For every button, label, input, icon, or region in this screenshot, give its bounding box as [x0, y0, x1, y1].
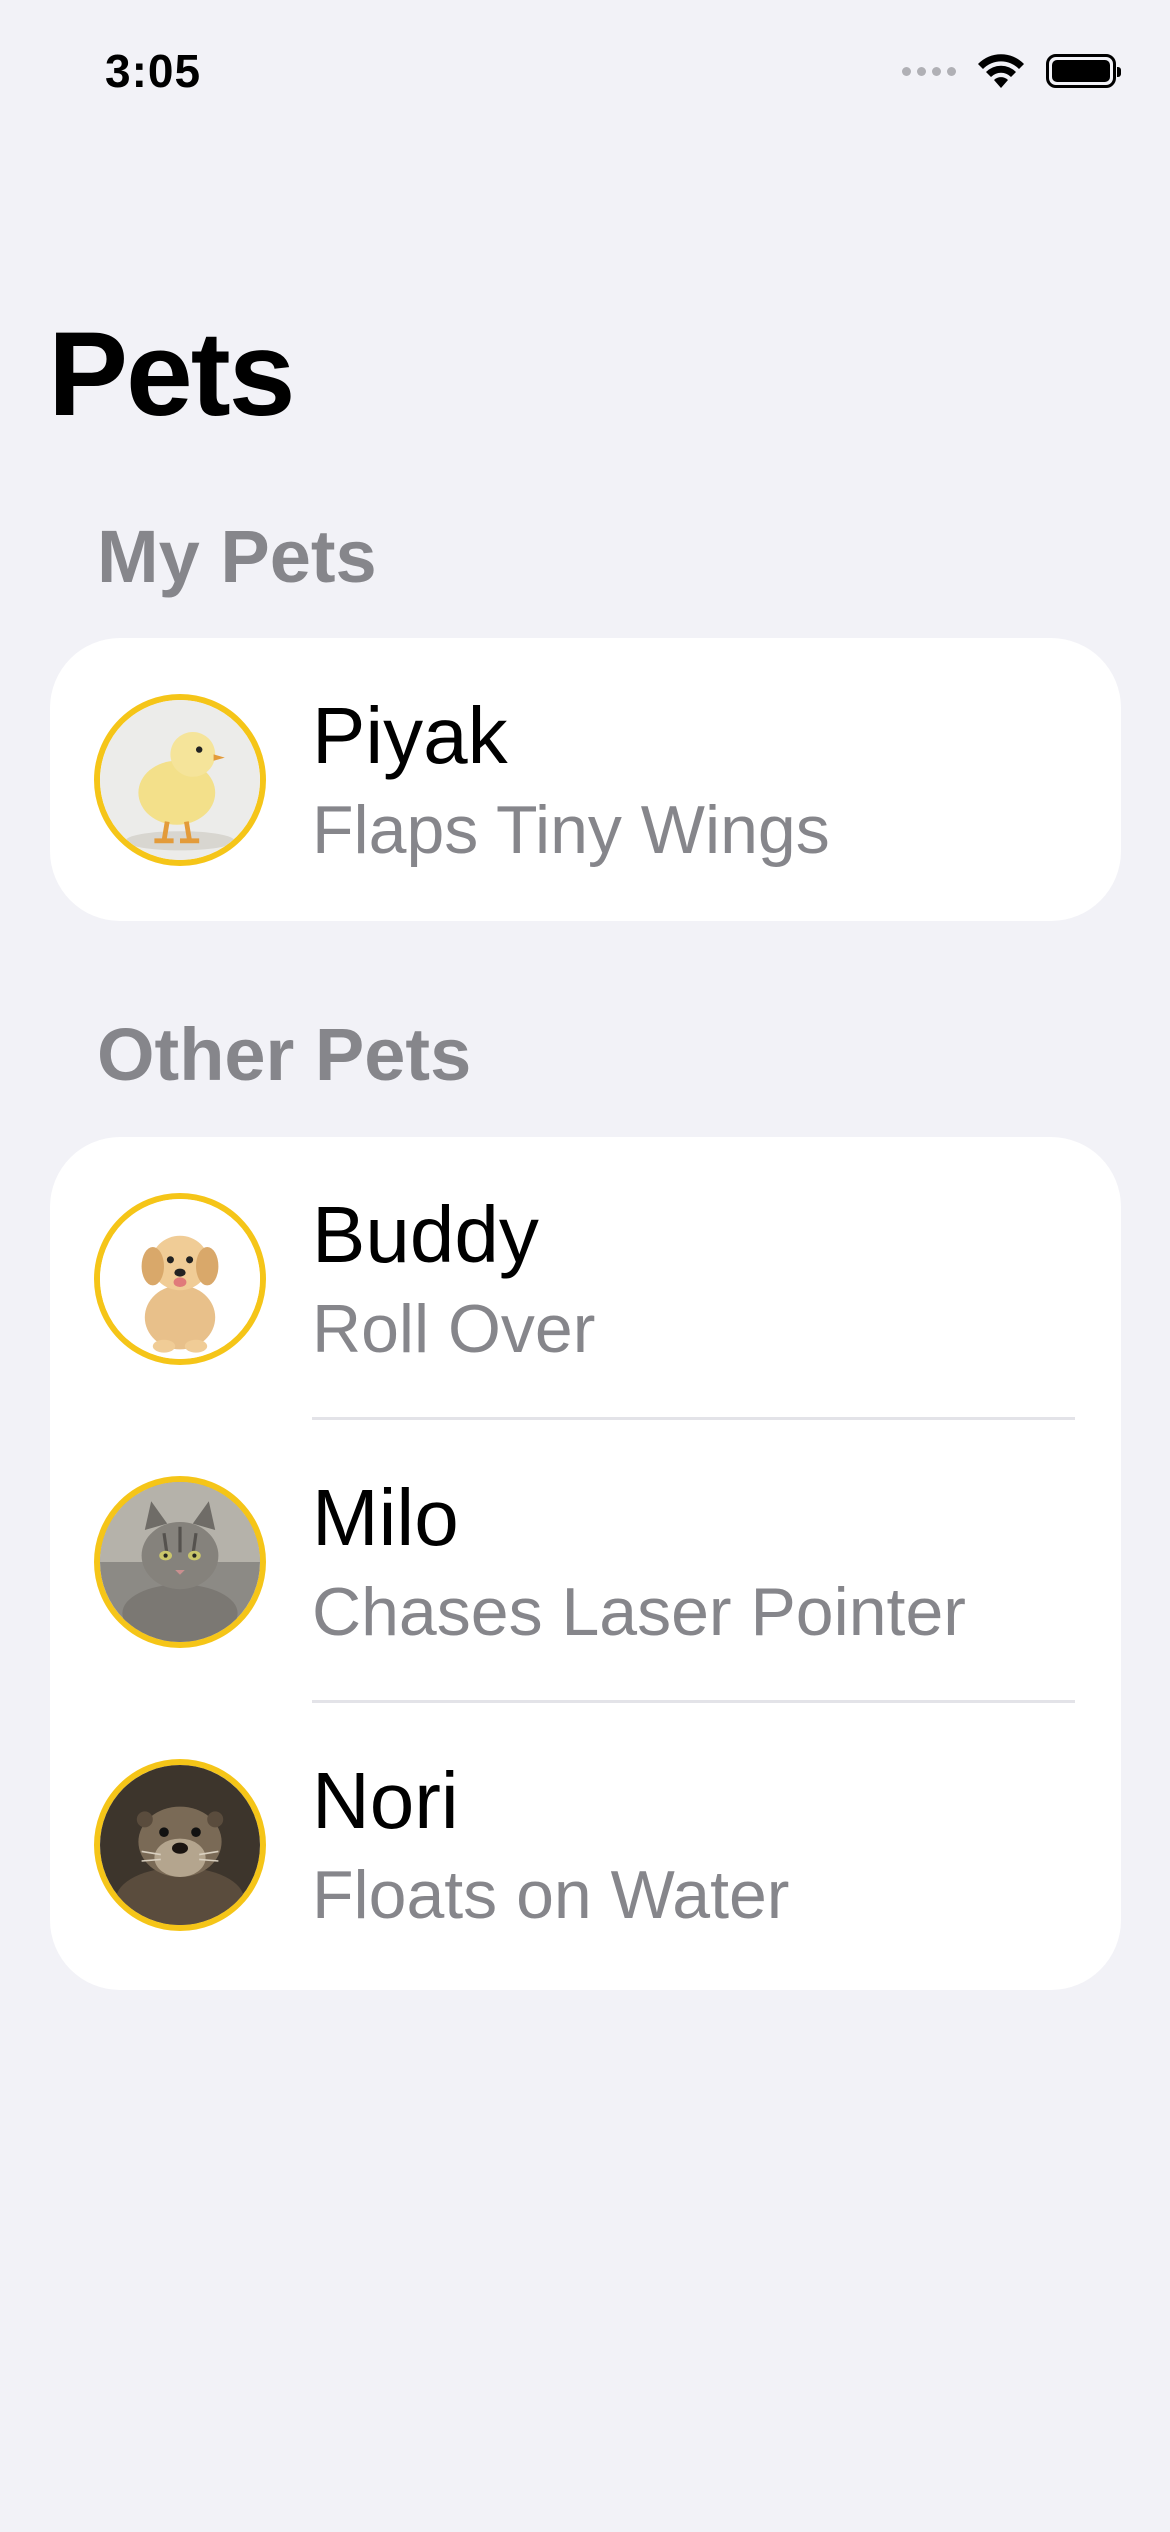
puppy-avatar-icon: [94, 1193, 266, 1365]
pet-trick: Flaps Tiny Wings: [312, 792, 830, 868]
list-item-piyak[interactable]: Piyak Flaps Tiny Wings: [50, 638, 1121, 921]
section-header-my-pets: My Pets: [97, 515, 377, 598]
pet-name: Buddy: [312, 1190, 539, 1279]
cellular-signal-icon: [902, 66, 956, 76]
pet-name: Nori: [312, 1756, 459, 1845]
list-item-buddy[interactable]: Buddy Roll Over: [50, 1137, 1121, 1420]
cat-avatar-icon: [94, 1476, 266, 1648]
pet-name: Piyak: [312, 691, 508, 780]
pet-trick: Chases Laser Pointer: [312, 1574, 966, 1650]
pet-trick: Floats on Water: [312, 1857, 790, 1933]
pet-name: Milo: [312, 1473, 459, 1562]
other-pets-list: Buddy Roll Over Milo Chases Laser Pointe…: [50, 1137, 1121, 1990]
battery-icon: [1046, 54, 1121, 88]
chick-avatar-icon: [94, 694, 266, 866]
page-title: Pets: [48, 307, 295, 441]
section-header-other-pets: Other Pets: [97, 1013, 472, 1096]
wifi-icon: [978, 54, 1024, 88]
list-item-nori[interactable]: Nori Floats on Water: [50, 1703, 1121, 1986]
status-time: 3:05: [105, 45, 202, 97]
otter-avatar-icon: [94, 1759, 266, 1931]
status-indicators: [902, 52, 1121, 90]
my-pets-list: Piyak Flaps Tiny Wings: [50, 638, 1121, 921]
list-item-milo[interactable]: Milo Chases Laser Pointer: [50, 1420, 1121, 1703]
status-bar: 3:05: [0, 0, 1170, 150]
pet-trick: Roll Over: [312, 1291, 596, 1367]
